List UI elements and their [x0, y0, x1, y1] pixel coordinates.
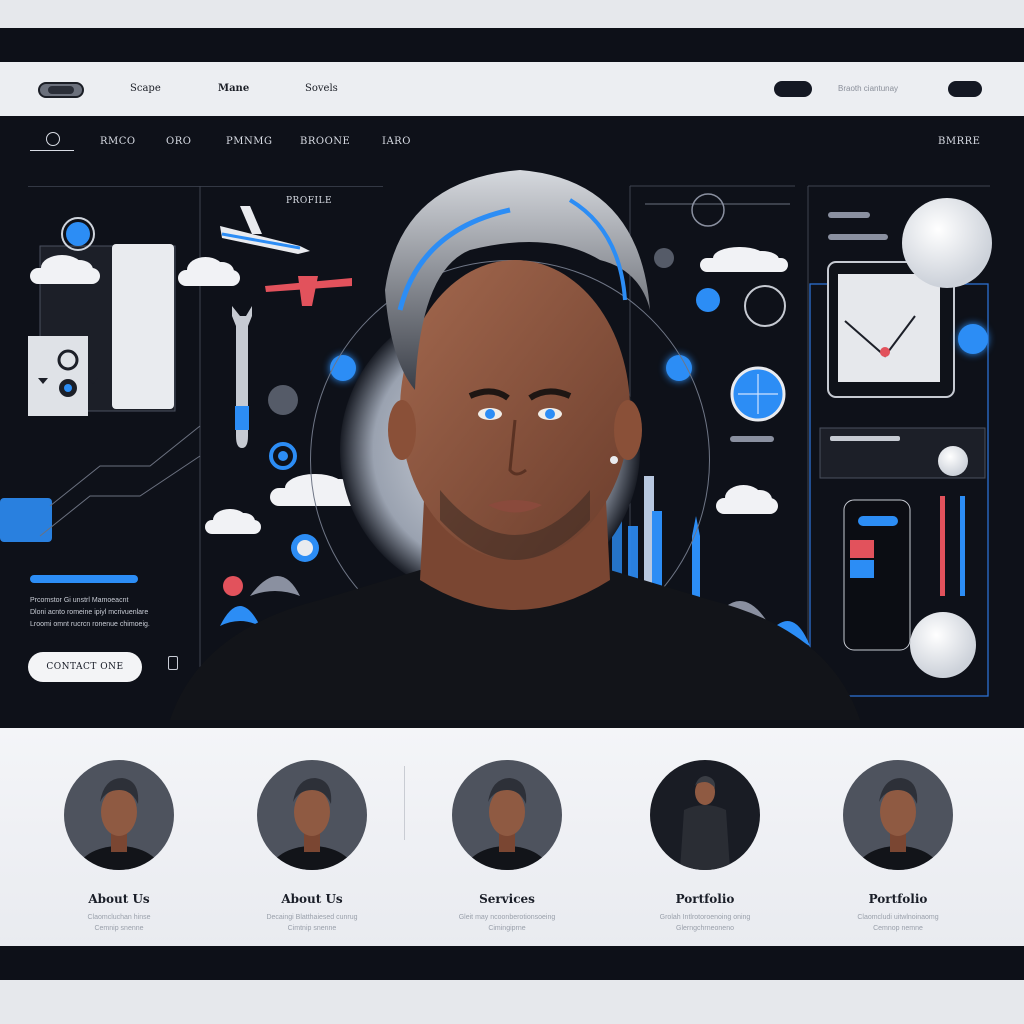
logo[interactable]	[38, 82, 84, 98]
contact-button[interactable]: CONTACT ONE	[28, 652, 142, 682]
hero-nav-right[interactable]: BMRRE	[938, 136, 980, 147]
card-title: About Us	[281, 892, 343, 906]
hero-nav-item[interactable]: ORO	[166, 136, 191, 147]
top-nav-item[interactable]: Sovels	[305, 83, 338, 94]
card-subtitle: Cimingiprne	[488, 925, 526, 932]
card-subtitle: Cimtnip snenne	[287, 925, 337, 932]
feature-card[interactable]: Services Gleit may ncoonberotionsoeing C…	[422, 760, 592, 934]
top-menu-button[interactable]	[948, 81, 982, 97]
hero-nav-item[interactable]: RMCO	[100, 136, 136, 147]
disc-decoration	[902, 198, 992, 288]
hero-nav-item[interactable]: BROONE	[300, 136, 350, 147]
top-nav-item[interactable]: Mane	[218, 83, 249, 94]
hero-nav-item[interactable]: PMNMG	[226, 136, 272, 147]
top-right-faint	[700, 81, 758, 97]
card-title: Portfolio	[868, 892, 928, 906]
top-right-text: Braoth ciantunay	[838, 84, 899, 93]
accent-bar	[30, 575, 138, 583]
hero-portrait	[170, 170, 860, 720]
divider	[404, 766, 405, 840]
cloud-decoration	[30, 255, 100, 284]
feature-card[interactable]: Portfolio Grolah Intlrotoroenoing oning …	[620, 760, 790, 934]
bookmark-icon[interactable]	[168, 656, 178, 670]
feature-card[interactable]: Portfolio Claomcludi uitwlnoinaomg Cemno…	[813, 760, 983, 934]
disc-decoration	[910, 612, 976, 678]
card-title: Portfolio	[675, 892, 735, 906]
feature-card[interactable]: About Us Claomcluchan hinse Cemnip snenn…	[34, 760, 204, 934]
card-title: About Us	[88, 892, 150, 906]
search-icon[interactable]	[46, 132, 60, 146]
card-subtitle: Claomcludi uitwlnoinaomg	[857, 914, 939, 921]
card-subtitle: Decaingi Blatthaiesed cunrug	[266, 914, 358, 921]
avatar	[843, 760, 953, 870]
avatar	[452, 760, 562, 870]
avatar	[257, 760, 367, 870]
card-title: Services	[479, 892, 535, 906]
card-subtitle: Cemnop nemne	[873, 925, 923, 932]
footer-strip	[0, 946, 1024, 980]
card-subtitle: Glerngchrneoneno	[676, 925, 734, 932]
card-subtitle: Claomcluchan hinse	[87, 914, 151, 921]
avatar	[64, 760, 174, 870]
feature-card[interactable]: About Us Decaingi Blatthaiesed cunrug Ci…	[227, 760, 397, 934]
top-pill-button[interactable]	[774, 81, 812, 97]
card-subtitle: Cemnip snenne	[94, 925, 144, 932]
card-subtitle: Gleit may ncoonberotionsoeing	[458, 914, 556, 921]
nav-underline	[30, 150, 74, 151]
avatar	[650, 760, 760, 870]
hero-nav-item[interactable]: IARO	[382, 136, 411, 147]
card-subtitle: Grolah Intlrotoroenoing oning	[659, 914, 751, 921]
disc-decoration	[938, 446, 968, 476]
hero-text-line: Lroomi omnt rucrcn ronenue chimoeig.	[30, 621, 150, 628]
hero-text-line: Dloni acnto romeine ipiyl mcrivuenlare	[30, 609, 149, 616]
blue-orb	[958, 324, 988, 354]
hero-text-line: Prcomstor Gi unstrl Mamoeacnt	[30, 597, 129, 604]
top-nav-item[interactable]: Scape	[130, 83, 161, 94]
